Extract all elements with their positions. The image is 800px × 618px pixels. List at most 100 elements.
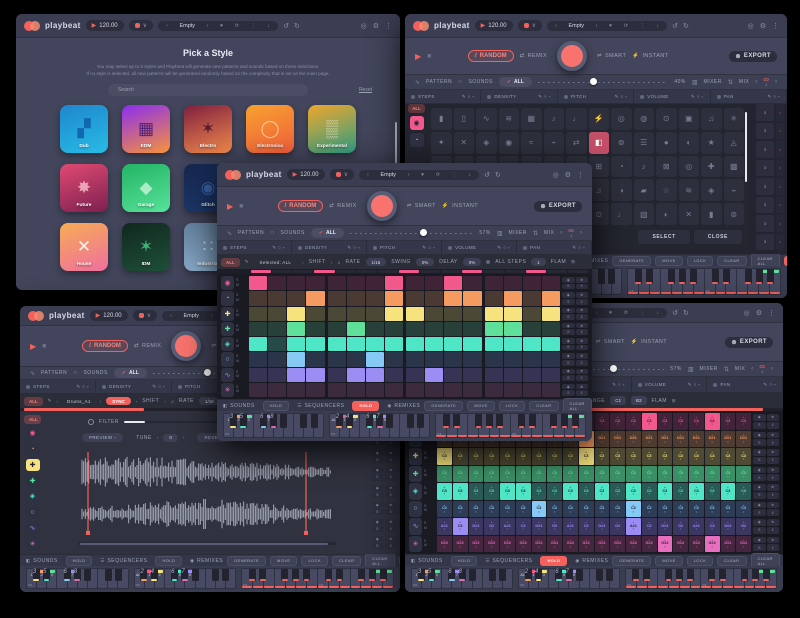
step-cell[interactable] [504,352,522,366]
style-tile-dub[interactable]: ▞Dub [60,105,108,153]
rate-value[interactable]: 1/16 [366,258,387,266]
piano-key-black[interactable] [417,414,424,428]
solo-mute[interactable]: SM [236,307,239,321]
step-cell[interactable] [463,352,481,366]
sounds-tab[interactable]: SOUNDS [280,230,304,236]
step-cell[interactable] [249,383,267,397]
sample-next-icon[interactable]: › [100,399,102,404]
pitch-cell[interactable]: ▴C3▾ [579,448,594,465]
step-cell[interactable] [347,337,365,351]
sample-tile[interactable]: ◎ [611,108,632,130]
sync-toggle[interactable]: ∨ [133,310,157,321]
pitch-cell[interactable]: ▴C3▾ [437,448,452,465]
piano-key-black[interactable] [763,569,770,581]
piano-key-black[interactable] [222,569,229,581]
step-cell[interactable] [347,276,365,290]
preset-bar[interactable]: ‹Empty›♥⟳⋮↓ [359,170,479,180]
pitch-cell[interactable]: ▴C3▾ [547,466,562,483]
step-cell[interactable] [385,322,403,336]
track-icon[interactable]: ✳ [221,383,234,397]
reload-icon[interactable]: ⟳ [624,310,628,316]
pitch-cell[interactable]: ▴D#3▾ [658,518,673,535]
piano-key-black[interactable]: 2 [525,569,532,581]
track-icon[interactable]: ∿ [409,518,422,535]
pitch-cell[interactable]: ▴C3▾ [673,413,688,430]
piano-key-black[interactable] [489,569,496,581]
remix-button[interactable]: ⇄REMIX [329,203,356,209]
pitch-cell[interactable]: ▴C3▾ [547,448,562,465]
track-icon[interactable]: ✚ [26,474,40,487]
sample-prev-icon[interactable]: ‹ [57,399,59,404]
piano-key-black[interactable]: 6 [366,414,373,428]
all-tracks-button[interactable]: ALL [408,104,425,113]
pattern-tab[interactable]: PATTERN [238,230,264,236]
trigger-pad[interactable] [557,41,587,71]
step-cell[interactable] [406,291,424,305]
step-cell[interactable] [385,368,403,382]
step-cell[interactable] [306,322,324,336]
track-icon[interactable]: ◉ [26,427,40,440]
close-button[interactable]: CLOSE [694,230,742,244]
pitch-cell[interactable]: ▴C3▾ [673,501,688,518]
trigger-pad[interactable] [171,331,201,361]
solo-mute[interactable]: SM [424,501,427,518]
track-icon[interactable]: ◈ [26,490,40,503]
piano-key-black[interactable]: 6 [555,569,562,581]
sample-tile[interactable]: ⊚ [611,132,632,154]
track-icon[interactable]: ◈ [409,483,422,500]
piano-key-black[interactable] [105,569,112,581]
step-cell[interactable] [366,291,384,305]
pitch-cell[interactable]: ▴D#1▾ [673,431,688,448]
step-cell[interactable] [366,337,384,351]
pitch-cell[interactable]: ▴D#1▾ [595,431,610,448]
step-cell[interactable] [249,322,267,336]
piano-key-black[interactable]: 8 [459,569,466,581]
sync-toggle[interactable]: ∨ [129,20,153,31]
style-tile-electronica[interactable]: ◯Electronica [246,105,294,153]
pitch-cell[interactable]: ▴C3▾ [453,501,468,518]
pitch-cell[interactable]: ▴C3▾ [658,466,673,483]
gear-icon[interactable]: ⚙ [756,309,762,317]
step-cell[interactable] [268,291,286,305]
pitch-cell[interactable]: ▴G#2▾ [547,536,562,553]
solo-mute[interactable]: SM [424,536,427,553]
pitch-value-cell[interactable]: 3• [756,197,784,214]
step-cell[interactable] [268,352,286,366]
piano-key-black[interactable] [369,569,376,581]
play-button[interactable]: ▶ [415,52,421,61]
tune-up-icon[interactable]: › [183,435,185,440]
pitch-cell[interactable]: ▴C3▾ [610,466,625,483]
smart-button[interactable]: ⇌SMART [596,339,625,345]
style-tile-idm[interactable]: ✶IDM [122,223,170,271]
piano-key-black[interactable] [632,569,639,581]
step-cell[interactable] [328,383,346,397]
piano-key-black[interactable] [756,269,763,284]
step-cell[interactable] [328,276,346,290]
pitch-cell[interactable]: ▴C3▾ [516,483,531,500]
style-tile-future[interactable]: ✸Future [60,164,108,212]
infinity-loop[interactable]: ∞1 [759,364,765,374]
piano-key-black[interactable] [292,569,299,581]
clear-button[interactable]: CLEAR [529,401,558,411]
sample-tile[interactable]: ▩ [724,156,745,178]
pitch-cell[interactable]: ▴G#2▾ [437,536,452,553]
track-param-steps[interactable]: STEPS✎ ○ ▫ [405,90,481,103]
row-controls[interactable]: ◉⊕S‖ [371,501,397,516]
piano-key-black[interactable] [311,414,318,428]
sample-tile[interactable]: ☰ [634,132,655,154]
param-icons[interactable]: ✎ ○ ▫ [497,245,510,251]
track-param-density[interactable]: DENSITY✎ ○ ▫ [96,380,172,393]
sequencers-hold-button[interactable]: HOLD [352,401,379,411]
sounds-hold-button[interactable]: HOLD [263,401,290,411]
piano-key-black[interactable] [561,414,568,428]
save-icon[interactable]: ↓ [468,172,471,178]
sample-tile[interactable]: ▰ [634,179,655,201]
step-cell[interactable] [287,383,305,397]
sample-tile[interactable]: ◉ [499,132,520,154]
kebab-icon[interactable]: ⋮ [768,309,775,317]
slider-knob[interactable] [204,369,211,376]
step-cell[interactable] [249,368,267,382]
step-cell[interactable] [347,383,365,397]
redo-icon[interactable]: ↻ [683,22,689,30]
pitch-value-cell[interactable]: 3• [756,234,784,251]
